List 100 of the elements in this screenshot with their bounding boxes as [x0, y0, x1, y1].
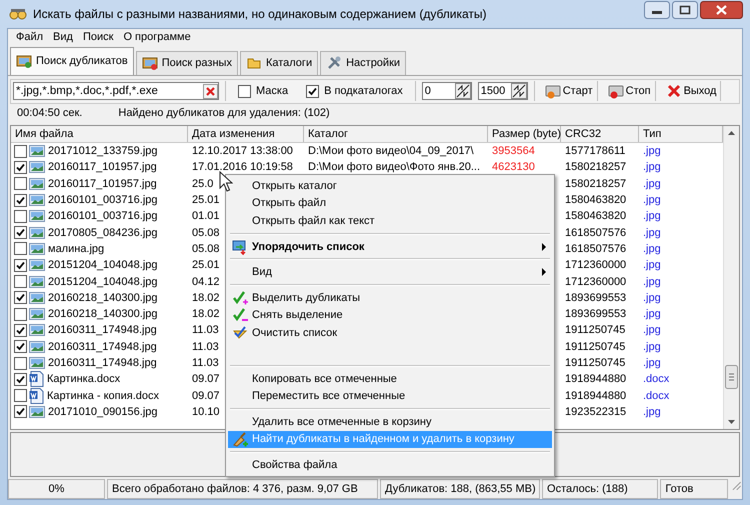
date-cell-text: 11.03 — [191, 357, 220, 370]
menu-item[interactable]: Файл — [11, 30, 48, 43]
drive-icon — [544, 83, 561, 100]
picture-icon — [29, 161, 45, 174]
menu-item[interactable]: Копировать все отмеченные — [228, 370, 552, 388]
checkbox[interactable] — [14, 160, 27, 174]
mask-field[interactable]: *.jpg,*.bmp,*.doc,*.pdf,*.exe — [13, 82, 219, 100]
column-header[interactable]: Размер (byte) — [488, 126, 561, 142]
toolbar-button[interactable]: Старт — [540, 81, 598, 102]
maximize-icon[interactable] — [672, 1, 698, 19]
menu-item[interactable]: Открыть файл как текст — [228, 212, 552, 230]
menu-item[interactable]: Очистить список — [228, 324, 552, 342]
file-name: 20160117_101957.jpg — [47, 161, 157, 174]
checkbox[interactable] — [14, 144, 27, 158]
menu-item[interactable]: Выделить дубликаты — [228, 288, 552, 307]
tab[interactable]: Настройки — [320, 50, 406, 74]
file-size: 4623130 — [491, 161, 536, 174]
column-header[interactable]: CRC32 — [561, 126, 639, 142]
column-header[interactable]: Каталог — [304, 126, 488, 142]
menu-item[interactable]: Удалить все отмеченные в корзину — [228, 412, 552, 431]
menu-item[interactable]: Свойства файла — [228, 456, 552, 474]
date-cell-text: 25.0 — [191, 178, 214, 190]
number-field[interactable]: 0 — [422, 82, 472, 100]
picture-icon — [29, 145, 45, 158]
column-header[interactable]: Имя файла — [11, 126, 188, 142]
file-type: .jpg — [642, 145, 662, 158]
close-icon[interactable] — [700, 1, 743, 19]
file-type: .jpg — [642, 194, 662, 206]
menu-item[interactable]: Поиск — [78, 30, 118, 43]
checksum: 1911250745 — [564, 357, 626, 370]
menu-item[interactable]: Переместить все отмеченные — [228, 387, 552, 405]
checksum: 1918944880 — [564, 373, 628, 386]
checkbox[interactable] — [238, 84, 251, 98]
picture-icon — [29, 178, 45, 190]
checkbox[interactable] — [14, 258, 27, 272]
menu-item[interactable]: О программе — [118, 30, 196, 43]
number-field[interactable]: 1500 — [478, 82, 528, 100]
checksum: 1580463820 — [564, 194, 628, 206]
close-icon — [666, 83, 682, 100]
date-cell-text: 25.01 — [191, 194, 221, 206]
file-name: 20160117_101957.jpg — [47, 178, 157, 190]
file-name: 20151204_104048.jpg — [47, 276, 158, 288]
picture-icon — [29, 259, 45, 272]
date-cell-text: 18.02 — [191, 292, 221, 304]
picture-icon — [29, 308, 45, 320]
file-name: 20160311_174948.jpg — [47, 340, 157, 353]
toolbar-button[interactable]: Стоп — [604, 81, 656, 102]
file-name: 20160218_140300.jpg — [47, 292, 158, 304]
menu-item[interactable]: Вид — [228, 263, 552, 281]
checkbox[interactable] — [14, 308, 27, 321]
checkbox[interactable] — [14, 324, 27, 337]
file-type: .jpg — [642, 340, 662, 353]
monitor-icon — [16, 53, 32, 69]
date-cell-text: 12.10.2017 13:38:00 — [191, 145, 294, 158]
scrollbar-thumb[interactable] — [725, 365, 738, 390]
column-header[interactable]: Дата изменения — [188, 126, 304, 142]
date-cell-text: 09.07 — [191, 390, 221, 402]
menu-item[interactable]: Открыть файл — [228, 194, 552, 212]
checksum: 1580218257 — [564, 161, 628, 174]
scroll-down-icon[interactable] — [727, 418, 736, 426]
checkbox[interactable] — [14, 210, 27, 223]
checkbox[interactable] — [14, 372, 27, 386]
file-type: .jpg — [642, 210, 662, 222]
checkbox[interactable] — [14, 177, 27, 190]
elapsed-time: 00:04:50 сек. — [17, 107, 82, 120]
checkbox[interactable] — [306, 84, 320, 98]
minimize-icon[interactable] — [644, 1, 670, 19]
menu-item[interactable]: Упорядочить список — [228, 238, 552, 256]
tab[interactable]: Поиск разных — [136, 50, 238, 74]
checksum: 1580218257 — [564, 178, 628, 190]
checkbox[interactable] — [14, 340, 27, 354]
spin-arrows-icon[interactable] — [454, 83, 471, 100]
file-name: 20160218_140300.jpg — [47, 308, 158, 320]
file-type: .jpg — [642, 308, 662, 320]
checkbox[interactable] — [14, 356, 27, 370]
checkbox[interactable] — [14, 275, 27, 288]
file-size: 3953564 — [491, 145, 536, 158]
checkbox[interactable] — [14, 291, 27, 304]
file-name: 20160311_174948.jpg — [47, 324, 157, 336]
checkbox[interactable] — [14, 389, 27, 402]
picture-icon — [29, 226, 45, 239]
checkbox[interactable] — [14, 194, 27, 207]
file-name: Картинка - копия.docx — [46, 390, 160, 402]
menu-item[interactable]: Снять выделение — [228, 306, 552, 324]
clear-icon[interactable] — [203, 84, 218, 99]
check-minus-icon — [232, 307, 248, 324]
tab[interactable]: Каталоги — [240, 50, 318, 74]
scroll-up-icon[interactable] — [727, 129, 736, 136]
toolbar-button[interactable]: Выход — [662, 81, 722, 102]
menu-item[interactable]: Вид — [48, 30, 78, 43]
checkbox[interactable] — [14, 226, 27, 240]
file-name: 20151204_104048.jpg — [47, 259, 158, 272]
file-name: Картинка.docx — [46, 373, 120, 386]
picture-icon — [29, 357, 45, 370]
checkbox[interactable] — [14, 242, 27, 256]
tab[interactable]: Поиск дубликатов — [10, 46, 134, 74]
picture-icon — [29, 324, 45, 336]
spin-arrows-icon[interactable] — [510, 83, 527, 100]
checkbox[interactable] — [14, 405, 27, 418]
status-text: Осталось: (188) — [542, 479, 658, 499]
